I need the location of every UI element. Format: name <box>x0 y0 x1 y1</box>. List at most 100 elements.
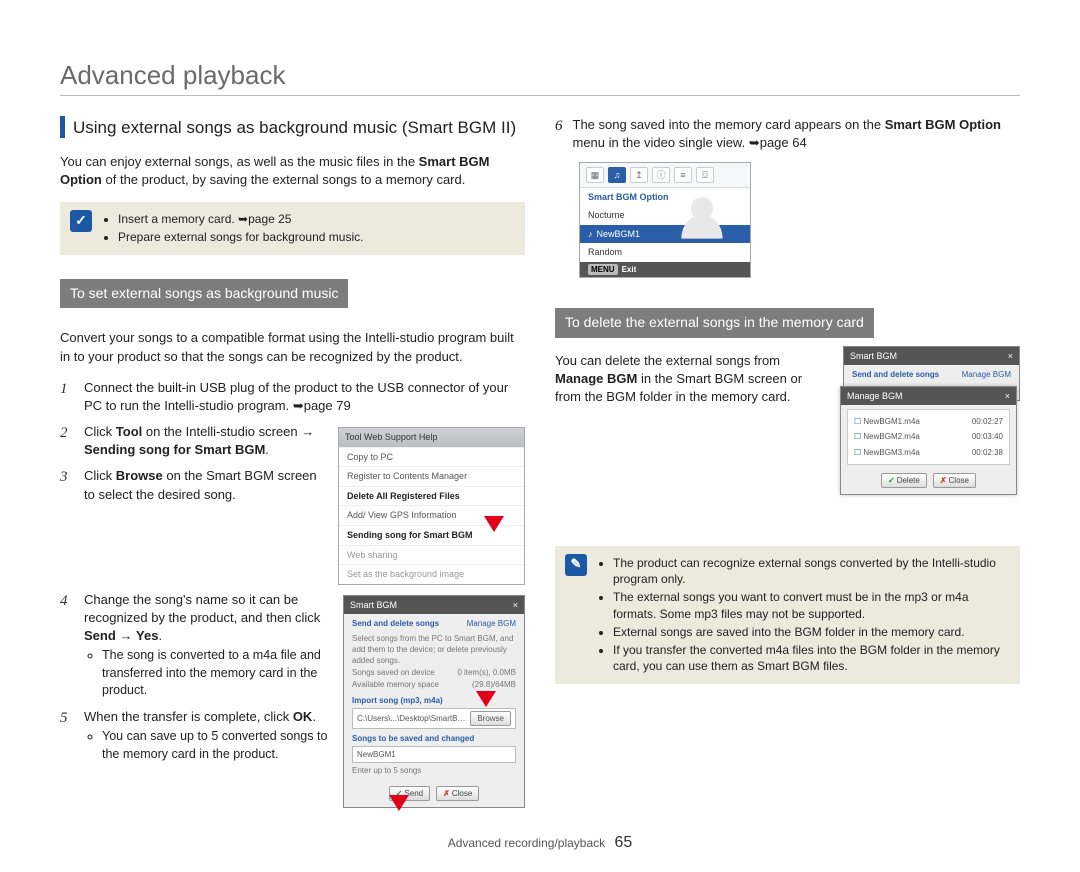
manage-bgm-link: Manage BGM <box>467 618 516 631</box>
manage-bgm-dialog: Manage BGM × ☐ NewBGM1.m4a00:02:27 ☐ NewB… <box>840 386 1017 495</box>
info-icon: ⓘ <box>652 167 670 183</box>
para-text: You can delete the external songs from <box>555 353 780 368</box>
step-bold: Sending song for Smart BGM <box>84 442 265 457</box>
steps-list: Connect the built-in USB plug of the pro… <box>60 379 525 763</box>
camera-osd: ▦ ♫ ↥ ⓘ ≡ ⌼ Smart BGM Option Nocturne Ne… <box>579 162 751 278</box>
step-6-number: 6 <box>555 116 563 137</box>
osd-footer: MENUExit <box>580 262 750 277</box>
step-5: When the transfer is complete, click OK.… <box>60 708 525 763</box>
page-number: 65 <box>614 834 632 851</box>
step-bold: Send <box>84 628 116 643</box>
info-item: The external songs you want to convert m… <box>613 589 1010 623</box>
para-bold: Manage BGM <box>555 371 637 386</box>
left-column: Using external songs as background music… <box>60 116 525 814</box>
dialog-title: Smart BGM <box>350 599 397 612</box>
intelli-tool-menu: Tool Web Support Help Copy to PC Registe… <box>338 427 525 585</box>
step-1: Connect the built-in USB plug of the pro… <box>60 379 525 415</box>
pencil-icon: ✎ <box>565 554 587 576</box>
content-columns: Using external songs as background music… <box>60 116 1020 814</box>
label: Available memory space <box>352 679 439 690</box>
protect-icon: ⌼ <box>696 167 714 183</box>
subheader-set-songs: To set external songs as background musi… <box>60 279 348 309</box>
step-bold: Browse <box>116 468 163 483</box>
prereq-list: Insert a memory card. ➥page 25 Prepare e… <box>102 210 363 247</box>
dialog-label: Send and delete songs <box>852 369 939 380</box>
osd-option-selected: NewBGM1 <box>580 225 750 244</box>
list-item: ☐ NewBGM3.m4a00:02:38 <box>848 445 1009 460</box>
osd-option: Random <box>580 243 750 262</box>
page-footer: Advanced recording/playback 65 <box>60 834 1020 852</box>
intro-text-1: You can enjoy external songs, as well as… <box>60 154 419 169</box>
osd-icon-row: ▦ ♫ ↥ ⓘ ≡ ⌼ <box>580 163 750 188</box>
sub-intro: Convert your songs to a compatible forma… <box>60 329 525 365</box>
red-arrow-icon <box>389 795 409 811</box>
step-6-text: The song saved into the memory card appe… <box>573 116 1021 152</box>
footer-label: Advanced recording/playback <box>448 836 605 850</box>
share-icon: ↥ <box>630 167 648 183</box>
close-button-icon: ✗Close <box>933 473 976 488</box>
intro-paragraph: You can enjoy external songs, as well as… <box>60 153 525 189</box>
step-4: Smart BGM × Send and delete songs Manage … <box>60 591 525 700</box>
section-heading-row: Using external songs as background music… <box>60 116 525 140</box>
tool-menu-screenshot: Tool Web Support Help Copy to PC Registe… <box>338 427 525 585</box>
dialog-title: Smart BGM <box>850 350 897 363</box>
step-text: Change the song's name so it can be reco… <box>84 592 320 625</box>
camera-menu-screenshot: ▦ ♫ ↥ ⓘ ≡ ⌼ Smart BGM Option Nocturne Ne… <box>579 162 1020 278</box>
thumb-icon: ▦ <box>586 167 604 183</box>
step-text: . <box>265 442 269 457</box>
step-bold: OK <box>293 709 313 724</box>
step-text: → <box>116 628 136 643</box>
step-text: on the Intelli-studio screen → <box>142 424 314 439</box>
step-bold: Smart BGM Option <box>885 117 1001 132</box>
label: Songs saved on device <box>352 667 435 678</box>
step-text: The song saved into the memory card appe… <box>573 117 885 132</box>
close-icon: × <box>513 599 518 612</box>
step-text: . <box>158 628 162 643</box>
tool-menu-item: Set as the background image <box>339 564 524 584</box>
dialog-title: Manage BGM <box>847 390 903 403</box>
tool-menu-bar: Tool Web Support Help <box>339 428 524 447</box>
bgm-file-list: ☐ NewBGM1.m4a00:02:27 ☐ NewBGM2.m4a00:03… <box>847 409 1010 465</box>
smart-bgm-dialog-screenshot: Smart BGM × Send and delete songs Manage … <box>343 595 525 808</box>
page-title: Advanced playback <box>60 60 1020 96</box>
list-item: ☐ NewBGM1.m4a00:02:27 <box>848 414 1009 429</box>
dialog-desc: Select songs from the PC to Smart BGM, a… <box>352 633 516 667</box>
prereq-item: Prepare external songs for background mu… <box>118 229 363 246</box>
close-icon: × <box>1005 390 1010 403</box>
dialog-note: Enter up to 5 songs <box>352 765 516 776</box>
dialog-title-bar: Smart BGM × <box>344 596 524 615</box>
checkmark-icon: ✓ <box>70 210 92 232</box>
step-bold: Tool <box>116 424 142 439</box>
step-3: Click Browse on the Smart BGM screen to … <box>60 467 525 503</box>
bullet: You can save up to 5 converted songs to … <box>102 728 525 763</box>
right-column: 6 The song saved into the memory card ap… <box>555 116 1020 814</box>
list-item: ☐ NewBGM2.m4a00:03:40 <box>848 429 1009 444</box>
intro-text-2: of the product, by saving the external s… <box>102 172 465 187</box>
value: (29.8)/64MB <box>472 679 516 690</box>
heading-bar-icon <box>60 116 65 138</box>
value: 0 item(s), 0.0MB <box>457 667 516 678</box>
delete-button-icon: ✓Delete <box>881 473 927 488</box>
manage-bgm-screenshot-stack: Smart BGM × Send and delete songs Manage … <box>840 346 1020 506</box>
step-text: Connect the built-in USB plug of the pro… <box>84 380 508 413</box>
red-arrow-icon <box>476 691 496 707</box>
osd-option: Nocturne <box>580 206 750 225</box>
step-text: menu in the video single view. ➥page 64 <box>573 135 807 150</box>
info-note: ✎ The product can recognize external son… <box>555 546 1020 685</box>
close-icon: × <box>1008 350 1013 363</box>
manual-page: Advanced playback Using external songs a… <box>0 0 1080 872</box>
dialog-label: Send and delete songs <box>352 618 439 629</box>
exit-label: Exit <box>622 264 637 275</box>
step-text: . <box>312 709 316 724</box>
step-text: Click <box>84 424 116 439</box>
list-icon: ≡ <box>674 167 692 183</box>
tool-menu-item: Copy to PC <box>339 447 524 467</box>
info-list: The product can recognize external songs… <box>597 554 1010 677</box>
subheader-delete-songs: To delete the external songs in the memo… <box>555 308 874 338</box>
music-icon: ♫ <box>608 167 626 183</box>
step-5-bullets: You can save up to 5 converted songs to … <box>84 728 525 763</box>
red-arrow-icon <box>484 516 504 532</box>
info-item: External songs are saved into the BGM fo… <box>613 624 1010 641</box>
manage-bgm-link: Manage BGM <box>962 369 1011 382</box>
step-text: When the transfer is complete, click <box>84 709 293 724</box>
